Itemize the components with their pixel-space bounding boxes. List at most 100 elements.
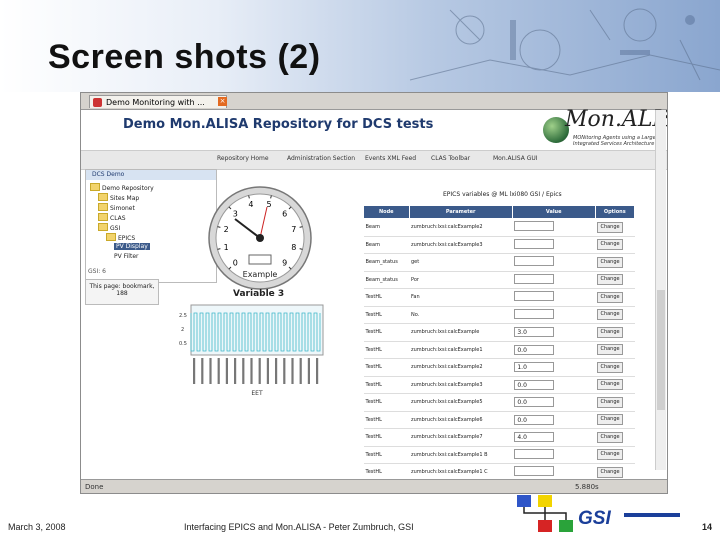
change-button[interactable]: Change [597,414,624,426]
cell-parameter: get [409,253,513,272]
tree-item-simonet[interactable]: Simonet [98,203,135,212]
cell-parameter: zumbruch:lxsi:calcExample7 [409,428,513,447]
tree-item-gsi[interactable]: GSI [98,223,120,232]
value-input[interactable] [514,448,555,459]
change-button[interactable]: Change [597,291,624,303]
tree-footer: GSI: 6 [88,268,106,275]
tree-item-label: PV Display [116,243,148,250]
logo-subtitle: MONitoring Agents using a Large Integrat… [573,135,656,147]
y-tick-label: 0.5 [179,341,187,347]
cell-node: TestHL [363,446,409,464]
value-input[interactable]: 1.0 [514,362,555,373]
logo-square-yellow [538,495,552,507]
value-input[interactable] [514,256,555,267]
change-button[interactable]: Change [597,466,624,478]
cell-parameter: zumbruch:lxsi:calcExample3 [409,376,513,394]
gauge-tick-label: 1 [224,243,229,252]
y-tick-label: 2 [181,327,184,333]
cell-value [512,446,596,464]
table-row: Beam zumbruch:lxsi:calcExample2 Change [363,218,635,237]
nav-link-monalisa-gui[interactable]: Mon.ALISA GUI [493,155,538,162]
cell-options: Change [595,271,635,289]
gauge-tick-label: 9 [282,259,287,268]
nav-link-clas-toolbar[interactable]: CLAS Toolbar [431,155,470,162]
footer-center: Interfacing EPICS and Mon.ALISA - Peter … [184,522,414,532]
cell-value: 0.0 [512,341,596,359]
nav-link-events-xml[interactable]: Events XML Feed [365,155,416,162]
value-input[interactable] [514,291,555,302]
cell-node: TestHL [363,306,409,324]
change-button[interactable]: Change [597,274,624,286]
table-row: TestHL zumbruch:lxsi:calcExample 3.0 Change [363,323,635,342]
cell-value: 3.0 [512,323,596,342]
nav-link-administration[interactable]: Administration Section [287,155,355,162]
table-row: TestHL zumbruch:lxsi:calcExample7 4.0 Chang… [363,428,635,447]
value-input[interactable] [514,308,555,319]
cell-parameter: zumbruch:lxsi:calcExample6 [409,411,513,429]
value-input[interactable]: 0.0 [514,397,555,408]
change-button[interactable]: Change [597,396,624,408]
cell-options: Change [595,376,635,394]
value-input[interactable]: 0.0 [514,414,555,425]
table-row: TestHL zumbruch:lxsi:calcExample5 0.0 Chang… [363,393,635,412]
gauge-tick-label: 6 [282,209,287,218]
cell-options: Change [595,306,635,324]
cell-parameter: zumbruch:lxsi:calcExample5 [409,393,513,412]
value-input[interactable]: 4.0 [514,432,555,443]
status-text: Done [85,483,104,491]
cell-options: Change [595,393,635,412]
gauge-tick-label: 2 [224,225,229,234]
logo-square-blue [517,495,531,507]
tree-item-label: CLAS [110,215,126,222]
x-tick-label [275,358,278,384]
tree-item-sites-map[interactable]: Sites Map [98,193,139,202]
page-number: 14 [702,522,713,532]
bookmark-box[interactable]: This page: bookmark, 188 [85,279,159,305]
footer-date: March 3, 2008 [8,522,66,532]
variable-chart-title: Variable 3 [233,289,285,299]
vertical-scrollbar[interactable] [655,110,666,470]
change-button[interactable]: Change [597,379,624,391]
table-row: TestHL zumbruch:lxsi:calcExample1 B Change [363,446,635,464]
folder-icon [98,223,108,231]
close-icon[interactable]: × [218,97,227,106]
cell-value: 0.0 [512,393,596,412]
browser-tab[interactable]: Demo Monitoring with ... [89,95,227,108]
change-button[interactable]: Change [597,221,624,233]
cell-value [512,271,596,289]
value-input[interactable] [514,466,555,477]
change-button[interactable]: Change [597,344,624,356]
cell-value: 1.0 [512,358,596,377]
tree-item-epics[interactable]: EPICS [106,233,135,242]
value-input[interactable] [514,273,555,284]
change-button[interactable]: Change [597,431,624,443]
cell-node: TestHL [363,411,409,429]
cell-value [512,236,596,254]
value-input[interactable]: 3.0 [514,327,555,338]
value-input[interactable]: 0.0 [514,344,555,355]
value-input[interactable] [514,221,555,232]
value-input[interactable] [514,238,555,249]
chart-x-label: EET [251,390,263,397]
status-bar: Done 5.880s [81,479,667,493]
value-input[interactable]: 0.0 [514,379,555,390]
change-button[interactable]: Change [597,256,624,268]
cell-node: TestHL [363,341,409,359]
x-tick-label [217,358,220,384]
change-button[interactable]: Change [597,326,624,338]
cell-options: Change [595,323,635,342]
x-tick-label [316,358,319,384]
y-tick-label: 2.5 [179,313,187,319]
folder-icon [98,193,108,201]
scrollbar-thumb[interactable] [657,290,665,410]
tree-item-pv-filter[interactable]: PV Filter [114,253,139,260]
nav-link-repository-home[interactable]: Repository Home [217,155,269,162]
table-header-row: Node Parameter Value Options [363,205,636,219]
tree-item-pv-display[interactable]: PV Display [114,243,150,250]
change-button[interactable]: Change [597,449,624,461]
tree-item-demo-repository[interactable]: Demo Repository [90,183,154,192]
change-button[interactable]: Change [597,309,624,321]
change-button[interactable]: Change [597,239,624,251]
tree-item-clas[interactable]: CLAS [98,213,126,222]
change-button[interactable]: Change [597,361,624,373]
